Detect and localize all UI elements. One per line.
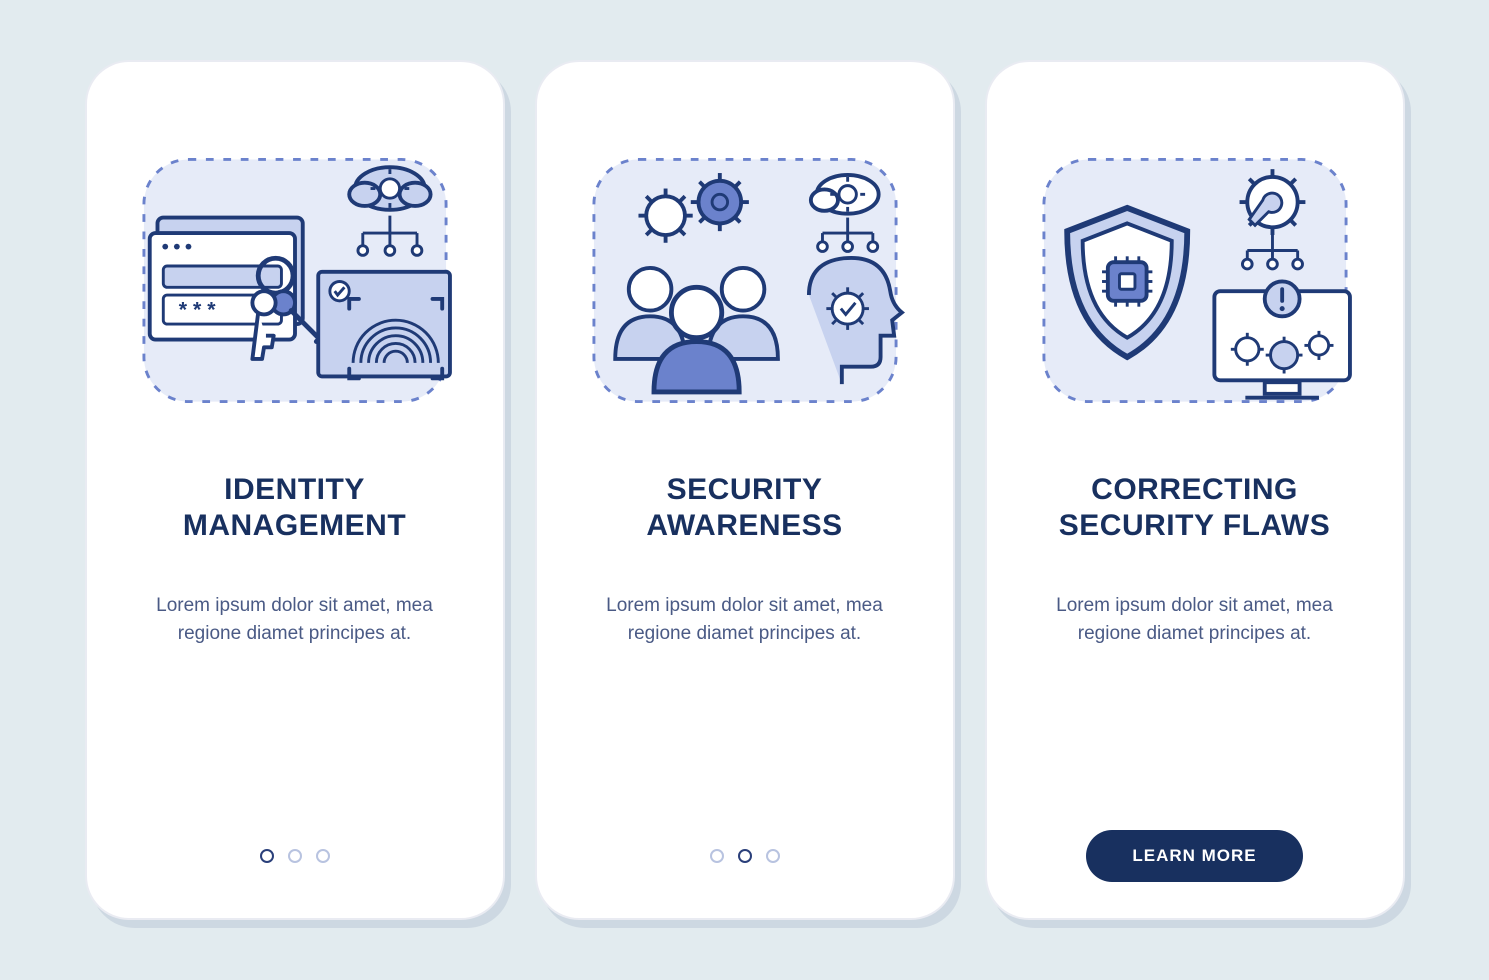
page-indicator [260,849,330,863]
title-line-1: Identity [224,473,365,506]
screen-footer: LEARN MORE [1011,824,1379,888]
illustration-identity: * * * [111,86,479,446]
monitor-alert-icon [1214,281,1350,397]
dot-3[interactable] [766,849,780,863]
screen-body: Lorem ipsum dolor sit amet, mea regione … [561,592,929,647]
gear-wrench-icon [1239,169,1305,235]
title-line-2: Security Flaws [1059,509,1330,542]
onboarding-screen-1: * * * [85,60,505,920]
screen-footer [111,824,479,888]
password-card-icon: * * * [149,218,302,340]
illustration-awareness [561,86,929,446]
dot-2[interactable] [288,849,302,863]
dot-2-active[interactable] [738,849,752,863]
screen-body: Lorem ipsum dolor sit amet, mea regione … [1011,592,1379,647]
fingerprint-card-icon [318,272,450,379]
screen-body: Lorem ipsum dolor sit amet, mea regione … [111,592,479,647]
page-indicator [710,849,780,863]
onboarding-screen-3: Correcting Security Flaws Lorem ipsum do… [985,60,1405,920]
illustration-flaws [1011,86,1379,446]
learn-more-button[interactable]: LEARN MORE [1086,830,1302,882]
title-line-2: Awareness [646,509,842,542]
screen-title: Security Awareness [561,472,929,544]
onboarding-stage: * * * [85,60,1405,920]
screen-footer [561,824,929,888]
dot-1[interactable] [710,849,724,863]
dot-3[interactable] [316,849,330,863]
title-line-2: Management [183,509,406,542]
screen-title: Correcting Security Flaws [1011,472,1379,544]
svg-text:* * *: * * * [178,297,215,321]
screen-title: Identity Management [111,472,479,544]
title-line-1: Correcting [1091,473,1298,506]
dot-1-active[interactable] [260,849,274,863]
title-line-1: Security [667,473,823,506]
onboarding-screen-2: Security Awareness Lorem ipsum dolor sit… [535,60,955,920]
